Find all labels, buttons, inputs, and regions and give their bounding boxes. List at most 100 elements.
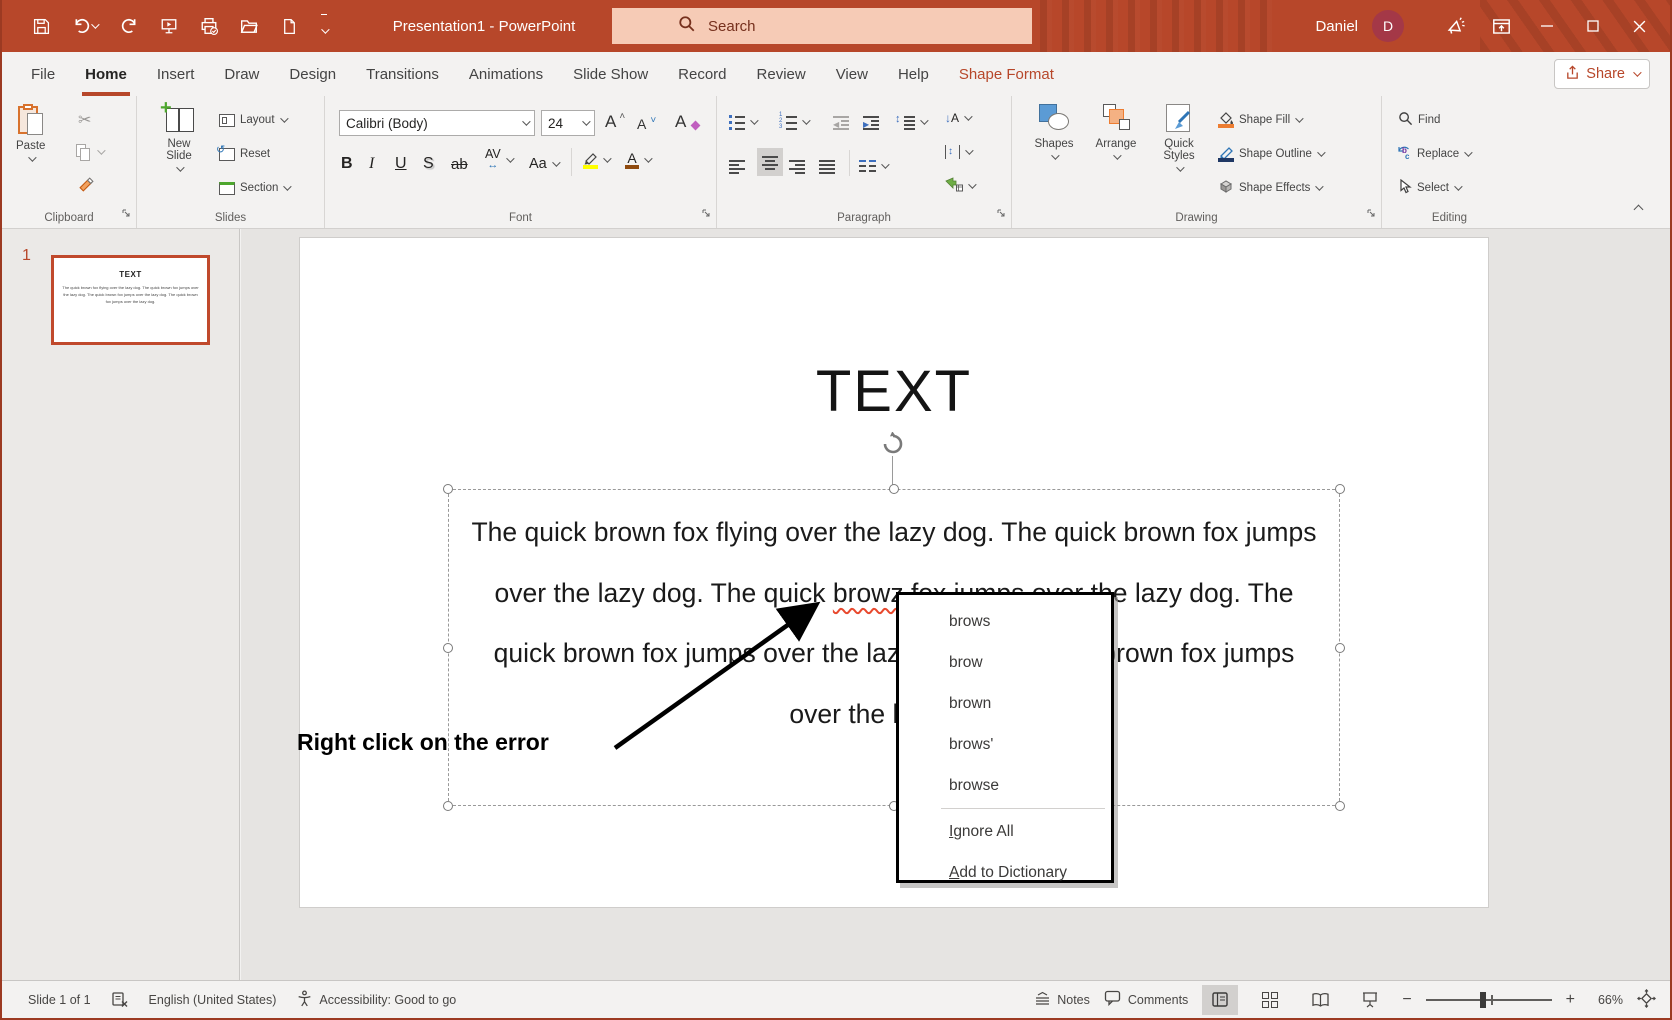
slide-show-button[interactable]: [1352, 985, 1388, 1015]
underline-button[interactable]: U: [395, 152, 407, 176]
menu-item-add-to-dictionary[interactable]: Add to Dictionary: [899, 852, 1111, 893]
search-input[interactable]: Search: [612, 8, 1032, 44]
save-icon[interactable]: [24, 8, 58, 44]
tab-shape-format[interactable]: Shape Format: [944, 52, 1069, 96]
tab-design[interactable]: Design: [274, 52, 351, 96]
shape-fill-button[interactable]: Shape Fill: [1218, 108, 1301, 132]
minimize-button[interactable]: [1524, 0, 1570, 52]
increase-indent-button[interactable]: ▶: [863, 110, 879, 134]
shapes-button[interactable]: Shapes: [1028, 104, 1080, 160]
close-button[interactable]: [1616, 0, 1662, 52]
user-name[interactable]: Daniel: [1315, 18, 1358, 35]
tab-help[interactable]: Help: [883, 52, 944, 96]
notes-button[interactable]: Notes: [1034, 991, 1090, 1009]
align-left-button[interactable]: [729, 154, 745, 178]
character-spacing-button[interactable]: AV ↔: [485, 148, 512, 172]
clipboard-dialog-launcher-icon[interactable]: [121, 205, 131, 223]
tab-slide-show[interactable]: Slide Show: [558, 52, 663, 96]
resize-handle-top-right[interactable]: [1335, 484, 1345, 494]
font-color-button[interactable]: A: [625, 148, 650, 172]
slide-body-text[interactable]: The quick brown fox flying over the lazy…: [449, 502, 1339, 744]
slide-canvas[interactable]: TEXT The quick brown fox flying over the…: [299, 237, 1489, 908]
accessibility-status[interactable]: Accessibility: Good to go: [296, 990, 456, 1010]
menu-item-suggestion[interactable]: brows: [899, 601, 1111, 642]
select-button[interactable]: Select: [1398, 176, 1460, 200]
menu-item-suggestion[interactable]: brows': [899, 724, 1111, 765]
resize-handle-top-left[interactable]: [443, 484, 453, 494]
tab-file[interactable]: File: [16, 52, 70, 96]
change-case-button[interactable]: Aa: [529, 152, 558, 176]
menu-item-ignore-all[interactable]: Ignore All: [899, 811, 1111, 852]
drawing-dialog-launcher-icon[interactable]: [1366, 205, 1376, 223]
decrease-indent-button[interactable]: ◀: [833, 110, 849, 134]
menu-item-suggestion[interactable]: brow: [899, 642, 1111, 683]
tab-draw[interactable]: Draw: [209, 52, 274, 96]
tab-animations[interactable]: Animations: [454, 52, 558, 96]
slide-sorter-button[interactable]: [1252, 985, 1288, 1015]
resize-handle-bottom-left[interactable]: [443, 801, 453, 811]
decrease-font-size-button[interactable]: A˅: [637, 112, 657, 136]
maximize-button[interactable]: [1570, 0, 1616, 52]
reading-view-button[interactable]: [1302, 985, 1338, 1015]
resize-handle-middle-right[interactable]: [1335, 643, 1345, 653]
text-shadow-button[interactable]: S: [423, 152, 434, 176]
format-painter-button[interactable]: [78, 174, 95, 198]
rotate-handle[interactable]: [881, 432, 905, 461]
arrange-button[interactable]: Arrange: [1088, 104, 1144, 160]
slide-indicator[interactable]: Slide 1 of 1: [28, 993, 91, 1007]
redo-icon[interactable]: [112, 8, 146, 44]
highlight-color-button[interactable]: [583, 148, 609, 172]
quick-styles-button[interactable]: Quick Styles: [1152, 104, 1206, 172]
menu-item-suggestion[interactable]: brown: [899, 683, 1111, 724]
collapse-ribbon-button[interactable]: [1635, 200, 1642, 218]
layout-button[interactable]: Layout: [219, 108, 286, 132]
shape-effects-button[interactable]: Shape Effects: [1218, 176, 1321, 200]
fit-to-window-button[interactable]: [1637, 989, 1656, 1011]
avatar[interactable]: D: [1372, 10, 1404, 42]
zoom-slider-handle[interactable]: [1480, 992, 1486, 1008]
section-button[interactable]: Section: [219, 176, 289, 200]
text-direction-button[interactable]: ↓A: [945, 106, 970, 130]
resize-handle-top-center[interactable]: [889, 484, 899, 494]
start-slideshow-icon[interactable]: [152, 8, 186, 44]
replace-button[interactable]: bc Replace: [1396, 142, 1470, 166]
menu-item-suggestion[interactable]: browse: [899, 765, 1111, 806]
paragraph-dialog-launcher-icon[interactable]: [996, 205, 1006, 223]
font-size-select[interactable]: 24: [541, 110, 595, 136]
tab-home[interactable]: Home: [70, 52, 142, 96]
tab-transitions[interactable]: Transitions: [351, 52, 454, 96]
zoom-level[interactable]: 66%: [1589, 993, 1623, 1007]
align-text-button[interactable]: ↕: [945, 140, 971, 164]
convert-smartart-button[interactable]: [945, 174, 974, 198]
align-right-button[interactable]: [789, 154, 805, 178]
cut-button[interactable]: ✂: [78, 108, 91, 132]
find-button[interactable]: Find: [1398, 108, 1440, 132]
share-button[interactable]: Share: [1554, 59, 1650, 89]
quick-print-icon[interactable]: [192, 8, 226, 44]
reset-button[interactable]: ↺ Reset: [219, 142, 270, 166]
bullets-button[interactable]: [729, 110, 756, 134]
tab-record[interactable]: Record: [663, 52, 741, 96]
feedback-megaphone-icon[interactable]: [1432, 0, 1478, 52]
copy-button[interactable]: [76, 140, 103, 164]
font-dialog-launcher-icon[interactable]: [701, 205, 711, 223]
normal-view-button[interactable]: [1202, 985, 1238, 1015]
columns-button[interactable]: [859, 154, 887, 178]
slide-thumbnail[interactable]: TEXT The quick brown fox flying over the…: [51, 255, 210, 345]
zoom-slider[interactable]: [1426, 991, 1552, 1009]
increase-font-size-button[interactable]: A˄: [605, 110, 627, 134]
zoom-in-button[interactable]: +: [1566, 991, 1575, 1009]
tab-review[interactable]: Review: [742, 52, 821, 96]
tab-view[interactable]: View: [821, 52, 883, 96]
language-indicator[interactable]: English (United States): [149, 993, 277, 1007]
resize-handle-middle-left[interactable]: [443, 643, 453, 653]
paste-button[interactable]: Paste: [16, 104, 45, 162]
clear-formatting-button[interactable]: A: [675, 110, 699, 134]
spell-check-icon[interactable]: [111, 991, 129, 1009]
customize-quick-access-icon[interactable]: [312, 8, 336, 44]
font-family-select[interactable]: Calibri (Body): [339, 110, 535, 136]
selected-text-box[interactable]: The quick brown fox flying over the lazy…: [448, 489, 1340, 806]
slide-title-text[interactable]: TEXT: [300, 358, 1488, 425]
new-document-icon[interactable]: [272, 8, 306, 44]
resize-handle-bottom-right[interactable]: [1335, 801, 1345, 811]
